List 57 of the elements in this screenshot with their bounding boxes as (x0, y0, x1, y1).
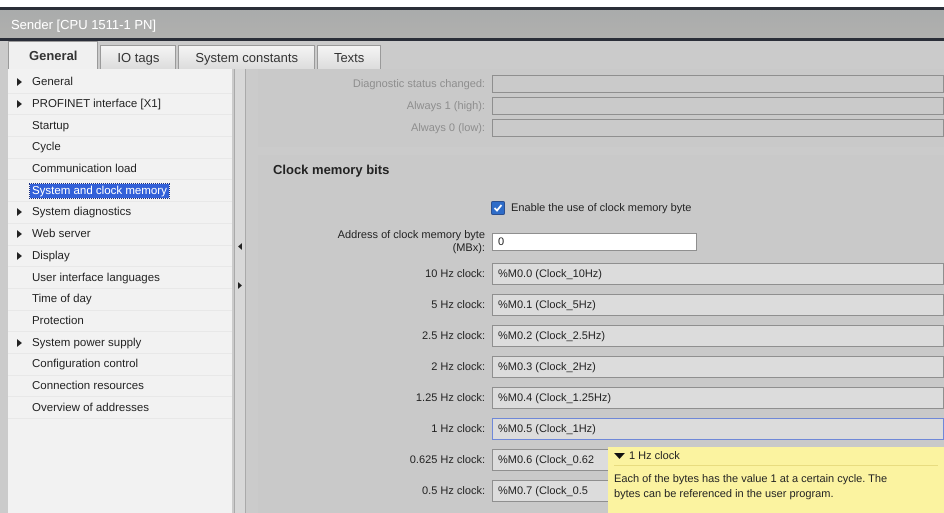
expand-arrow-icon[interactable] (16, 78, 22, 86)
input-field[interactable]: %M0.4 (Clock_1.25Hz) (492, 387, 944, 409)
nav-item[interactable]: Configuration control (30, 357, 140, 372)
field-label: 10 Hz clock: (424, 268, 485, 280)
field-label: 5 Hz clock: (430, 299, 485, 311)
expand-right-icon[interactable] (238, 282, 242, 289)
field-label: 1 Hz clock: (430, 423, 485, 435)
field-label: 0.625 Hz clock: (408, 454, 485, 466)
expand-arrow-icon[interactable] (16, 208, 22, 216)
field-label: 0.5 Hz clock: (421, 485, 485, 497)
nav-item[interactable]: Time of day (30, 292, 94, 306)
nav-item[interactable]: System diagnostics (30, 205, 134, 220)
expand-arrow-icon[interactable] (16, 338, 22, 347)
nav-item[interactable]: Communication load (30, 162, 139, 176)
field-label: Address of clock memory byte (MBx): (336, 229, 485, 255)
expand-arrow-icon[interactable] (16, 230, 22, 238)
nav-item[interactable]: Overview of addresses (30, 400, 151, 415)
field-label: 2 Hz clock: (430, 361, 485, 373)
field-label: Always 1 (high): (406, 100, 485, 112)
nav-item[interactable]: System and clock memory (30, 184, 169, 198)
expand-arrow-icon[interactable] (16, 100, 22, 108)
nav-item[interactable]: PROFINET interface [X1] (30, 97, 163, 112)
input-field[interactable]: 0 (492, 233, 697, 251)
input-field[interactable]: %M0.3 (Clock_2Hz) (492, 356, 944, 378)
nav-item[interactable]: Startup (30, 118, 72, 133)
tab[interactable]: IO tags (100, 45, 176, 69)
input-field[interactable]: %M0.1 (Clock_5Hz) (492, 294, 944, 316)
nav-item[interactable]: Protection (30, 314, 86, 328)
expand-arrow-icon[interactable] (16, 252, 22, 260)
nav-item[interactable]: Cycle (30, 140, 63, 154)
section-title: Clock memory bits (272, 162, 390, 177)
field-label: 2.5 Hz clock: (421, 330, 485, 342)
nav-item[interactable]: Connection resources (30, 378, 146, 393)
input-field[interactable]: %M0.0 (Clock_10Hz) (492, 263, 944, 285)
nav-item[interactable]: System power supply (30, 336, 144, 350)
tab[interactable]: General (8, 41, 98, 69)
field-label: 1.25 Hz clock: (414, 392, 485, 404)
collapse-arrow-icon[interactable] (614, 453, 625, 459)
checkbox-label: Enable the use of clock memory byte (511, 202, 692, 214)
collapse-left-icon[interactable] (238, 243, 242, 250)
nav-item[interactable]: Web server (30, 227, 93, 242)
tab[interactable]: Texts (316, 45, 382, 69)
input-field[interactable]: %M0.5 (Clock_1Hz) (492, 418, 944, 440)
nav-item[interactable]: Display (30, 248, 72, 263)
input-field[interactable] (492, 97, 944, 115)
checkbox[interactable] (491, 201, 505, 215)
tab[interactable]: System constants (178, 45, 315, 69)
input-field[interactable] (492, 75, 944, 93)
field-label: Always 0 (low): (410, 122, 485, 134)
input-field[interactable]: %M0.2 (Clock_2.5Hz) (492, 325, 944, 347)
input-field[interactable] (492, 119, 944, 137)
window-title: Sender [CPU 1511-1 PN] (11, 16, 156, 32)
nav-item[interactable]: General (30, 75, 75, 90)
field-label: Diagnostic status changed: (352, 78, 485, 90)
tooltip-text: Each of the bytes has the value 1 at a certain cycle. The bytes can be referenced in the user program. (614, 472, 888, 502)
tooltip-title: 1 Hz clock (629, 450, 680, 462)
nav-item[interactable]: User interface languages (30, 270, 162, 285)
